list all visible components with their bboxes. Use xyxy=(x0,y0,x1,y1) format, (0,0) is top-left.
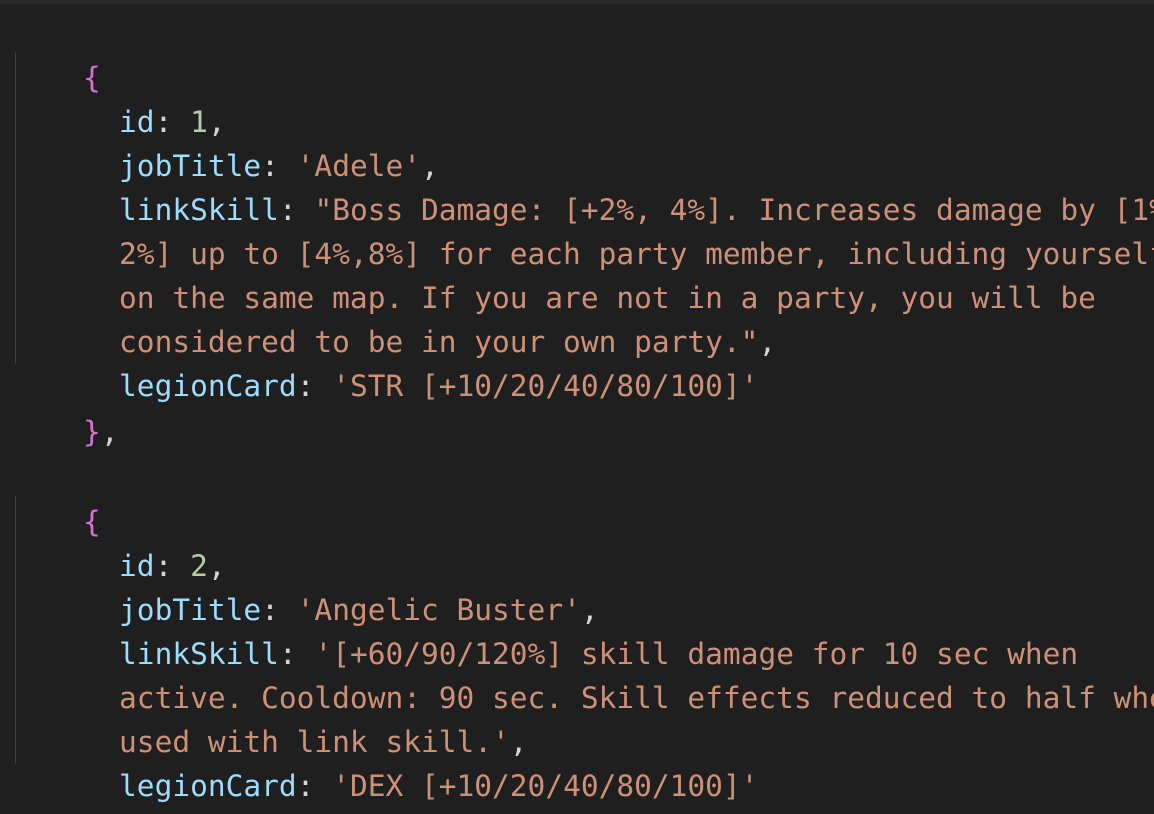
code-line: on the same map. If you are not in a par… xyxy=(12,232,1096,315)
property-key: legionCard xyxy=(119,769,297,803)
code-line: considered to be in your own party.", xyxy=(119,325,777,359)
code-line: linkSkill: '[+60/90/120%] skill damage f… xyxy=(119,637,1079,671)
code-line: id: 2, xyxy=(119,549,226,583)
code-line: { xyxy=(12,12,101,95)
code-line: }, xyxy=(83,415,119,449)
code-line: }, xyxy=(12,766,119,810)
code-line: linkSkill: "Boss Damage: [+2%, 4%]. Incr… xyxy=(12,144,1154,227)
code-line: legionCard: 'STR [+10/20/40/80/100]' xyxy=(119,369,759,403)
string-value: 'DEX [+10/20/40/80/100]' xyxy=(332,769,759,803)
code-line: jobTitle: 'Angelic Buster', xyxy=(119,593,599,627)
close-brace: } xyxy=(83,415,101,449)
code-line: legionCard: 'DEX [+10/20/40/80/100]' xyxy=(119,769,759,803)
code-line: id: 1, xyxy=(119,105,226,139)
code-editor[interactable]: { id: 1, jobTitle: 'Adele', linkSkill: "… xyxy=(0,0,1154,814)
code-line: { xyxy=(12,456,101,539)
string-value: 'STR [+10/20/40/80/100]' xyxy=(332,369,759,403)
code-line: used with link skill.', xyxy=(119,725,528,759)
code-line: 2%] up to [4%,8%] for each party member,… xyxy=(12,188,1154,271)
code-line: active. Cooldown: 90 sec. Skill effects … xyxy=(12,632,1154,715)
code-line: jobTitle: 'Adele', xyxy=(119,149,439,183)
property-key: legionCard xyxy=(119,369,297,403)
